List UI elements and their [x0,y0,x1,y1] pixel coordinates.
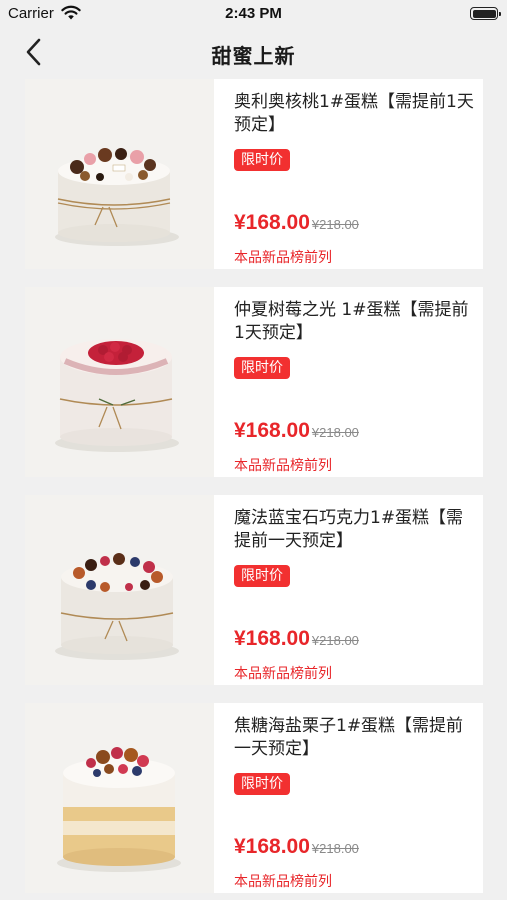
sale-price: ¥168.00 [234,835,310,858]
sale-price: ¥168.00 [234,419,310,442]
battery-icon [470,7,501,20]
limited-price-badge: 限时价 [234,565,290,587]
ranking-note: 本品新品榜前列 [234,458,332,474]
price-row: ¥168.00 ¥218.00 [234,211,359,235]
sale-price: ¥168.00 [234,211,310,234]
product-card[interactable]: 焦糖海盐栗子1#蛋糕【需提前一天预定】 限时价 ¥168.00 ¥218.00 本… [25,703,483,893]
original-price: ¥218.00 [311,217,359,232]
product-image [25,79,214,269]
price-row: ¥168.00 ¥218.00 [234,627,359,651]
product-card[interactable]: 奥利奥核桃1#蛋糕【需提前1天预定】 限时价 ¥168.00 ¥218.00 本品… [25,79,483,269]
price-row: ¥168.00 ¥218.00 [234,419,359,443]
product-card[interactable]: 仲夏树莓之光 1#蛋糕【需提前1天预定】 限时价 ¥168.00 ¥218.00 … [25,287,483,477]
cake-raspberry-icon [25,287,214,477]
ranking-note: 本品新品榜前列 [234,250,332,266]
ranking-note: 本品新品榜前列 [234,874,332,890]
sale-price: ¥168.00 [234,627,310,650]
cake-oreo-walnut-icon [25,79,214,269]
clock-time: 2:43 PM [225,5,282,22]
cake-caramel-chestnut-icon [25,703,214,893]
product-image [25,495,214,685]
original-price: ¥218.00 [311,425,359,440]
status-bar: Carrier 2:43 PM [0,0,507,26]
limited-price-badge: 限时价 [234,773,290,795]
cake-blueberry-chocolate-icon [25,495,214,685]
product-title: 仲夏树莓之光 1#蛋糕【需提前1天预定】 [234,300,469,343]
product-title: 奥利奥核桃1#蛋糕【需提前1天预定】 [234,92,474,135]
product-title: 魔法蓝宝石巧克力1#蛋糕【需提前一天预定】 [234,508,464,551]
limited-price-badge: 限时价 [234,357,290,379]
product-title: 焦糖海盐栗子1#蛋糕【需提前一天预定】 [234,716,464,759]
original-price: ¥218.00 [311,633,359,648]
nav-bar: 甜蜜上新 [0,26,507,78]
page-title: 甜蜜上新 [211,44,296,68]
original-price: ¥218.00 [311,841,359,856]
product-card[interactable]: 魔法蓝宝石巧克力1#蛋糕【需提前一天预定】 限时价 ¥168.00 ¥218.00… [25,495,483,685]
limited-price-badge: 限时价 [234,149,290,171]
product-image [25,703,214,893]
price-row: ¥168.00 ¥218.00 [234,835,359,859]
ranking-note: 本品新品榜前列 [234,666,332,682]
product-image [25,287,214,477]
